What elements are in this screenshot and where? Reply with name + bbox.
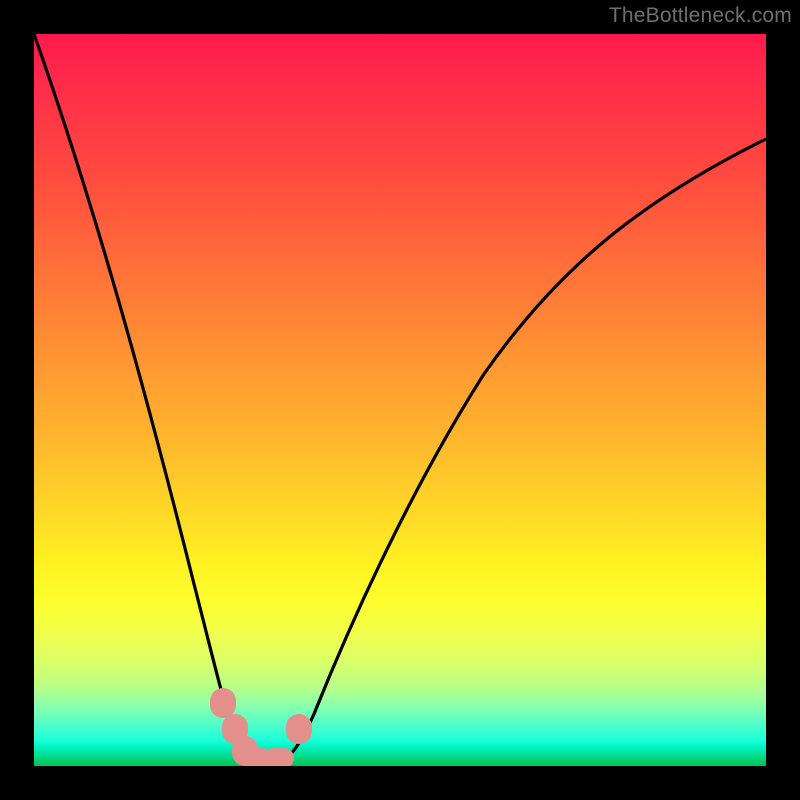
plot-area (34, 34, 766, 766)
curve-path (34, 34, 766, 766)
chart-frame: TheBottleneck.com (0, 0, 800, 800)
marker-dot (286, 714, 312, 744)
trough-markers (210, 688, 312, 766)
watermark-label: TheBottleneck.com (609, 4, 792, 28)
marker-dot (264, 748, 294, 766)
marker-dot (210, 688, 236, 718)
bottleneck-curve (34, 34, 766, 766)
